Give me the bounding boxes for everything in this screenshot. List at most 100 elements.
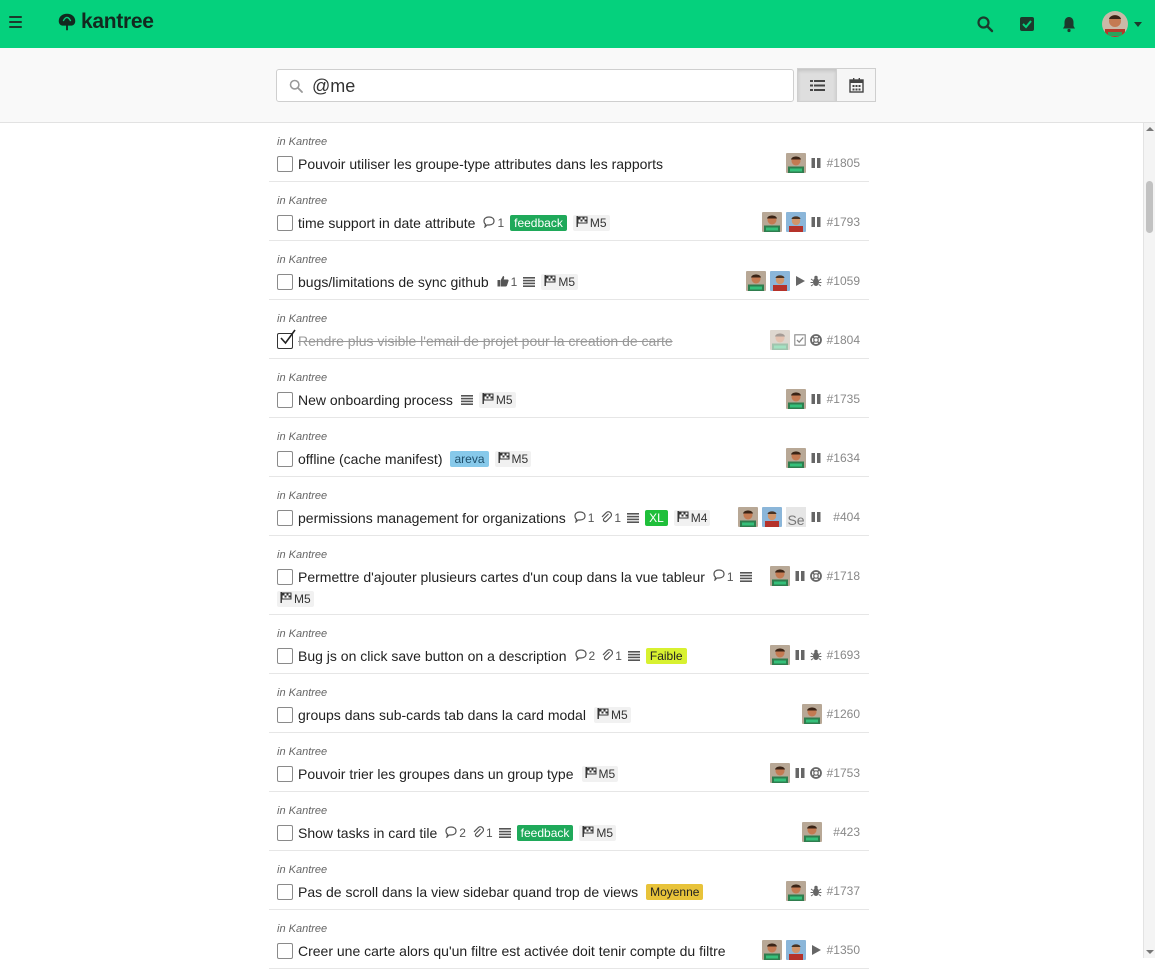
scrollbar[interactable] xyxy=(1143,123,1155,958)
assignee-avatar[interactable] xyxy=(786,940,806,960)
card-title[interactable]: bugs/limitations de sync github xyxy=(298,274,489,290)
scroll-up-arrow[interactable] xyxy=(1146,127,1154,131)
assignee-avatar[interactable] xyxy=(762,940,782,960)
menu-icon[interactable] xyxy=(9,16,22,29)
assignee-avatar[interactable] xyxy=(786,212,806,232)
assignee-avatar[interactable] xyxy=(802,704,822,724)
card-checkbox[interactable] xyxy=(277,884,293,900)
card-checkbox[interactable] xyxy=(277,825,293,841)
card-row[interactable]: in Kantree Bug js on click save button on… xyxy=(269,615,869,674)
card-number[interactable]: #1350 xyxy=(826,943,860,957)
card-checkbox[interactable] xyxy=(277,274,293,290)
assignee-avatar[interactable] xyxy=(770,330,790,350)
card-row[interactable]: in Kantree time support in date attribute… xyxy=(269,182,869,241)
card-number[interactable]: #404 xyxy=(826,510,860,524)
card-title[interactable]: Permettre d'ajouter plusieurs cartes d'u… xyxy=(298,569,705,585)
card-checkbox[interactable] xyxy=(277,766,293,782)
card-title[interactable]: Show tasks in card tile xyxy=(298,825,437,841)
card-row[interactable]: in Kantree bugs/limitations de sync githu… xyxy=(269,241,869,300)
card-checkbox[interactable] xyxy=(277,648,293,664)
card-row[interactable]: in Kantree New onboarding process M5 #1735 xyxy=(269,359,869,418)
milestone-badge[interactable]: M5 xyxy=(541,274,579,290)
milestone-badge[interactable]: M4 xyxy=(673,510,711,526)
card-row[interactable]: in Kantree offline (cache manifest) areva M… xyxy=(269,418,869,477)
assignee-avatar-initials[interactable]: Se xyxy=(786,507,806,527)
card-row[interactable]: in Kantree groups dans sub-cards tab dans… xyxy=(269,674,869,733)
tag-badge[interactable]: feedback xyxy=(516,825,574,841)
milestone-badge[interactable]: M5 xyxy=(494,451,532,467)
card-checkbox[interactable] xyxy=(277,707,293,723)
card-title[interactable]: Pouvoir utiliser les groupe-type attribu… xyxy=(298,156,663,172)
card-number[interactable]: #1804 xyxy=(826,333,860,347)
tasks-icon[interactable] xyxy=(1018,15,1036,33)
card-row[interactable]: in Kantree Creer une carte alors qu'un fi… xyxy=(269,910,869,969)
assignee-avatar[interactable] xyxy=(786,448,806,468)
card-number[interactable]: #1735 xyxy=(826,392,860,406)
milestone-badge[interactable]: M5 xyxy=(478,392,516,408)
card-row[interactable]: in Kantree Pouvoir trier les groupes dans… xyxy=(269,733,869,792)
assignee-avatar[interactable] xyxy=(770,763,790,783)
card-checkbox[interactable] xyxy=(277,943,293,959)
card-checkbox[interactable] xyxy=(277,451,293,467)
tag-badge[interactable]: Faible xyxy=(645,648,687,664)
assignee-avatar[interactable] xyxy=(786,153,806,173)
card-title[interactable]: time support in date attribute xyxy=(298,215,475,231)
scroll-down-arrow[interactable] xyxy=(1146,950,1154,954)
assignee-avatar[interactable] xyxy=(770,271,790,291)
card-number[interactable]: #1793 xyxy=(826,215,860,229)
assignee-avatar[interactable] xyxy=(738,507,758,527)
assignee-avatar[interactable] xyxy=(802,822,822,842)
card-number[interactable]: #1753 xyxy=(826,766,860,780)
card-checkbox[interactable] xyxy=(277,156,293,172)
assignee-avatar[interactable] xyxy=(770,645,790,665)
milestone-badge[interactable]: M5 xyxy=(593,707,631,723)
card-checkbox[interactable] xyxy=(277,392,293,408)
assignee-avatar[interactable] xyxy=(786,389,806,409)
tag-badge[interactable]: areva xyxy=(450,451,489,467)
card-title[interactable]: New onboarding process xyxy=(298,392,453,408)
milestone-badge[interactable]: M5 xyxy=(581,766,619,782)
card-number[interactable]: #423 xyxy=(826,825,860,839)
milestone-badge[interactable]: M5 xyxy=(572,215,610,231)
kantree-logo[interactable]: kantree xyxy=(56,10,154,34)
card-title[interactable]: Rendre plus visible l'email de projet po… xyxy=(298,333,673,349)
card-row[interactable]: in Kantree permissions management for org… xyxy=(269,477,869,536)
list-view-button[interactable] xyxy=(797,68,837,102)
assignee-avatar[interactable] xyxy=(786,881,806,901)
card-number[interactable]: #1718 xyxy=(826,569,860,583)
card-title[interactable]: Pouvoir trier les groupes dans un group … xyxy=(298,766,574,782)
search-input[interactable]: @me xyxy=(276,69,794,102)
assignee-avatar[interactable] xyxy=(762,507,782,527)
card-row[interactable]: in Kantree Show tasks in card tile 2 1 feedb… xyxy=(269,792,869,851)
card-title[interactable]: offline (cache manifest) xyxy=(298,451,442,467)
card-number[interactable]: #1634 xyxy=(826,451,860,465)
card-checkbox[interactable] xyxy=(277,215,293,231)
card-number[interactable]: #1737 xyxy=(826,884,860,898)
card-number[interactable]: #1693 xyxy=(826,648,860,662)
tag-badge[interactable]: feedback xyxy=(510,215,567,231)
milestone-badge[interactable]: M5 xyxy=(579,825,617,841)
milestone-badge[interactable]: M5 xyxy=(277,591,314,607)
bell-icon[interactable] xyxy=(1060,15,1078,33)
chevron-down-icon[interactable] xyxy=(1134,22,1142,27)
search-icon[interactable] xyxy=(976,15,994,33)
card-title[interactable]: Bug js on click save button on a descrip… xyxy=(298,648,567,664)
calendar-view-button[interactable] xyxy=(836,68,876,102)
tag-badge[interactable]: XL xyxy=(645,510,668,526)
card-title[interactable]: Pas de scroll dans la view sidebar quand… xyxy=(298,884,638,900)
card-checkbox[interactable] xyxy=(277,510,293,526)
tag-badge[interactable]: Moyenne xyxy=(646,884,704,900)
card-row[interactable]: in Kantree Pas de scroll dans la view sid… xyxy=(269,851,869,910)
card-number[interactable]: #1059 xyxy=(826,274,860,288)
card-number[interactable]: #1805 xyxy=(826,156,860,170)
assignee-avatar[interactable] xyxy=(770,566,790,586)
card-checkbox[interactable] xyxy=(277,329,296,349)
card-title[interactable]: groups dans sub-cards tab dans la card m… xyxy=(298,707,586,723)
card-row[interactable]: in Kantree Pouvoir utiliser les groupe-ty… xyxy=(269,123,869,182)
user-avatar[interactable] xyxy=(1102,11,1128,37)
scrollbar-thumb[interactable] xyxy=(1146,181,1153,233)
card-row[interactable]: in Kantree Permettre d'ajouter plusieurs … xyxy=(269,536,869,615)
card-checkbox[interactable] xyxy=(277,569,293,585)
card-title[interactable]: Creer une carte alors qu'un filtre est a… xyxy=(298,943,726,959)
card-title[interactable]: permissions management for organizations xyxy=(298,510,566,526)
